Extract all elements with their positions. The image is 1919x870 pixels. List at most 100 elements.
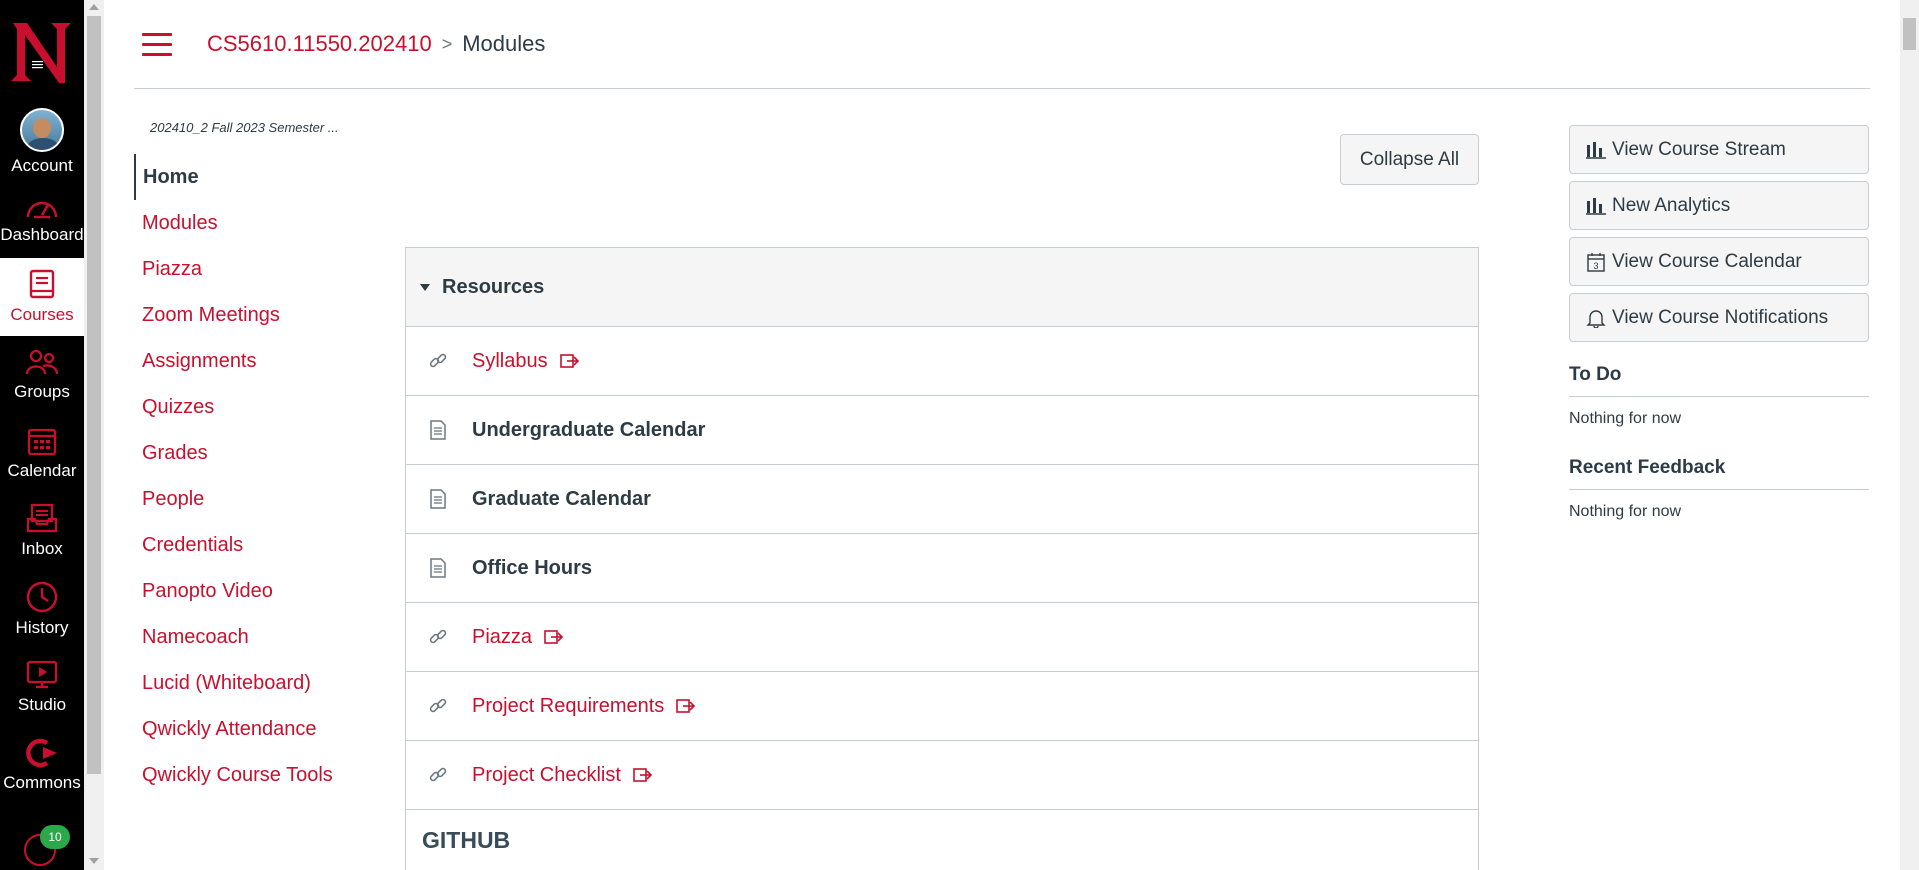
- page-scrollbar[interactable]: [1900, 0, 1919, 870]
- course-nav-qwickly-course-tools[interactable]: Qwickly Course Tools: [134, 752, 384, 798]
- external-link-icon: [559, 353, 580, 369]
- avatar: [20, 108, 64, 152]
- calendar-day-icon: 3: [1587, 252, 1605, 272]
- link-icon: [426, 625, 450, 649]
- university-logo[interactable]: [0, 0, 84, 104]
- external-link-icon: [676, 698, 696, 714]
- module-item: Undergraduate Calendar: [406, 396, 1478, 465]
- course-nav-qwickly-attendance[interactable]: Qwickly Attendance: [134, 706, 384, 752]
- calendar-icon: [27, 428, 57, 456]
- view-course-calendar-button[interactable]: 3 View Course Calendar: [1569, 237, 1869, 286]
- module-item-title[interactable]: Undergraduate Calendar: [472, 419, 705, 442]
- nav-studio[interactable]: Studio: [0, 648, 84, 726]
- course-nav-namecoach[interactable]: Namecoach: [134, 614, 384, 660]
- external-link-icon: [544, 629, 564, 645]
- nav-dashboard[interactable]: Dashboard: [0, 180, 84, 258]
- nav-account[interactable]: Account: [0, 104, 84, 180]
- module-item: Project Checklist: [406, 741, 1478, 810]
- view-course-stream-label: View Course Stream: [1612, 138, 1786, 160]
- nav-calendar-label: Calendar: [7, 461, 77, 480]
- commons-icon: [26, 738, 57, 768]
- nav-commons[interactable]: Commons: [0, 726, 84, 804]
- view-course-stream-button[interactable]: View Course Stream: [1569, 125, 1869, 174]
- course-nav-credentials[interactable]: Credentials: [134, 522, 384, 568]
- module-item: Syllabus: [406, 327, 1478, 396]
- hamburger-menu-icon[interactable]: [142, 32, 172, 56]
- course-nav-home[interactable]: Home: [134, 154, 384, 200]
- collapse-all-button[interactable]: Collapse All: [1340, 134, 1479, 185]
- bell-icon: [1586, 309, 1606, 328]
- analytics-icon: [1586, 141, 1606, 159]
- course-nav-quizzes[interactable]: Quizzes: [134, 384, 384, 430]
- nav-groups-label: Groups: [14, 382, 70, 401]
- history-icon: [26, 581, 58, 613]
- view-course-calendar-label: View Course Calendar: [1612, 250, 1802, 272]
- module-item-title[interactable]: Piazza: [472, 626, 532, 649]
- document-icon: [426, 556, 450, 580]
- nav-groups[interactable]: Groups: [0, 336, 84, 414]
- course-nav-panopto-video[interactable]: Panopto Video: [134, 568, 384, 614]
- nav-courses[interactable]: Courses: [0, 258, 84, 336]
- nav-commons-label: Commons: [3, 773, 81, 792]
- module-item-title[interactable]: Graduate Calendar: [472, 488, 651, 511]
- course-nav: Home Modules Piazza Zoom Meetings Assign…: [134, 154, 384, 798]
- course-nav-piazza[interactable]: Piazza: [134, 246, 384, 292]
- course-nav-modules[interactable]: Modules: [134, 200, 384, 246]
- module-item-title[interactable]: Project Requirements: [472, 695, 664, 718]
- view-course-notifications-label: View Course Notifications: [1612, 306, 1829, 328]
- todo-empty-text: Nothing for now: [1569, 410, 1682, 427]
- analytics-icon: [1586, 197, 1606, 215]
- groups-icon: [25, 349, 59, 375]
- todo-heading: To Do: [1569, 364, 1869, 397]
- document-icon: [426, 418, 450, 442]
- external-link-icon: [633, 767, 653, 783]
- breadcrumb-course-link[interactable]: CS5610.11550.202410: [207, 31, 432, 57]
- module-header[interactable]: Resources: [406, 248, 1478, 327]
- breadcrumb: CS5610.11550.202410 > Modules: [207, 31, 545, 57]
- view-course-notifications-button[interactable]: View Course Notifications: [1569, 293, 1869, 342]
- recent-feedback-heading: Recent Feedback: [1569, 457, 1869, 490]
- caret-down-icon[interactable]: [420, 283, 430, 291]
- page-header: CS5610.11550.202410 > Modules: [134, 0, 1870, 89]
- svg-text:3: 3: [1593, 261, 1598, 271]
- recent-feedback-empty-text: Nothing for now: [1569, 503, 1682, 520]
- page-scroll-thumb[interactable]: [1903, 18, 1916, 50]
- scroll-up-arrow-icon[interactable]: [89, 4, 99, 10]
- course-nav-assignments[interactable]: Assignments: [134, 338, 384, 384]
- course-nav-grades[interactable]: Grades: [134, 430, 384, 476]
- course-nav-zoom-meetings[interactable]: Zoom Meetings: [134, 292, 384, 338]
- module-item-title[interactable]: Project Checklist: [472, 764, 621, 787]
- link-icon: [426, 694, 450, 718]
- nav-history-label: History: [15, 618, 69, 637]
- studio-icon: [26, 660, 58, 689]
- link-icon: [426, 349, 450, 373]
- new-analytics-label: New Analytics: [1612, 194, 1731, 216]
- breadcrumb-separator-icon: >: [441, 33, 453, 54]
- new-analytics-button[interactable]: New Analytics: [1569, 181, 1869, 230]
- global-nav: Account Dashboard Courses Groups Calenda…: [0, 0, 84, 870]
- nav-account-label: Account: [11, 156, 73, 175]
- nav-inbox-label: Inbox: [21, 539, 63, 558]
- nav-scrollbar[interactable]: [84, 0, 104, 870]
- help-badge: 10: [40, 825, 70, 849]
- nav-calendar[interactable]: Calendar: [0, 414, 84, 492]
- nav-inbox[interactable]: Inbox: [0, 492, 84, 570]
- nav-history[interactable]: History: [0, 570, 84, 648]
- nav-scroll-thumb[interactable]: [87, 16, 101, 774]
- module-item-title[interactable]: Syllabus: [472, 350, 548, 373]
- module-item-title[interactable]: Office Hours: [472, 557, 592, 580]
- document-icon: [426, 487, 450, 511]
- breadcrumb-current: Modules: [462, 31, 546, 56]
- dashboard-icon: [26, 201, 58, 219]
- course-nav-lucid[interactable]: Lucid (Whiteboard): [134, 660, 384, 706]
- module-item: Graduate Calendar: [406, 465, 1478, 534]
- module-title: Resources: [442, 275, 545, 298]
- inbox-icon: [26, 503, 58, 533]
- courses-icon: [29, 269, 55, 299]
- nav-studio-label: Studio: [17, 695, 67, 714]
- course-nav-people[interactable]: People: [134, 476, 384, 522]
- link-icon: [426, 763, 450, 787]
- nav-dashboard-label: Dashboard: [0, 225, 84, 244]
- scroll-down-arrow-icon[interactable]: [89, 858, 99, 864]
- right-sidebar: View Course Stream New Analytics 3 View …: [1569, 125, 1869, 521]
